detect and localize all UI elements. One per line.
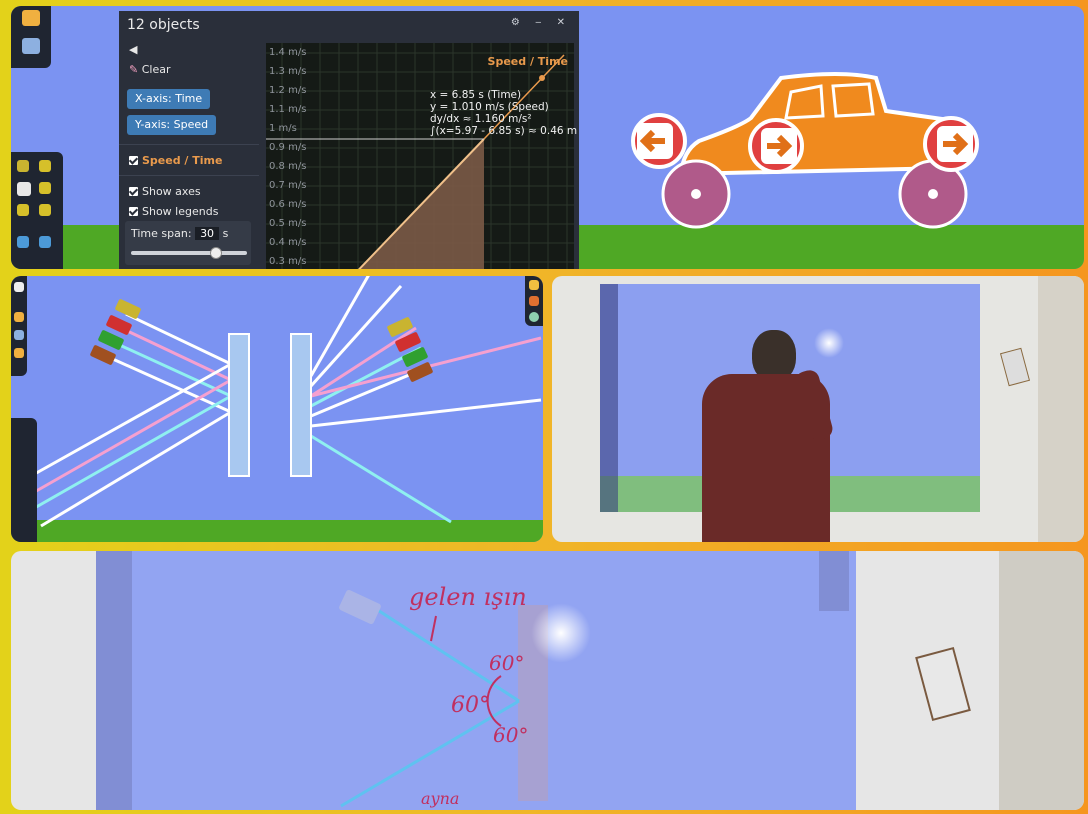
laser-emitter[interactable] <box>90 344 117 365</box>
time-span-slider[interactable] <box>131 247 247 259</box>
light-rays <box>30 276 542 528</box>
clear-button[interactable]: ✎ Clear <box>129 63 171 76</box>
handwritten-label: gelen ışın <box>409 583 527 611</box>
readout-integral: ∫(x=5.97 - 6.85 s) ≈ 0.46 m <box>430 125 578 137</box>
scale-icon[interactable] <box>39 204 51 216</box>
x-axis-button[interactable]: X-axis: Time <box>127 89 211 109</box>
photo-student-whiteboard <box>552 276 1084 542</box>
divider <box>119 175 259 176</box>
graph-point <box>539 75 545 81</box>
move-tool-icon[interactable] <box>17 182 31 196</box>
y-tick-label: 0.9 m/s <box>269 142 307 153</box>
menu-icon[interactable] <box>529 280 539 290</box>
right-toolbar <box>525 276 543 326</box>
graph-title: Speed / Time <box>487 55 568 68</box>
palette-icon[interactable] <box>529 296 539 306</box>
time-span-unit: s <box>222 227 229 240</box>
folder-image-icon[interactable] <box>22 38 40 54</box>
new-file-icon[interactable] <box>14 282 24 292</box>
panel-car-simulation: 12 objects ⚙ ‒ ✕ ◀ ✎ Clear X-axis: Time … <box>11 6 1084 269</box>
right-arrow-icon[interactable] <box>923 116 979 172</box>
line-tool-icon[interactable] <box>39 160 51 172</box>
play-icon[interactable] <box>529 312 539 322</box>
objects-window: 12 objects ⚙ ‒ ✕ ◀ ✎ Clear X-axis: Time … <box>119 11 579 269</box>
glass-block <box>228 333 250 477</box>
y-tick-label: 1.2 m/s <box>269 85 307 96</box>
rotate-icon[interactable] <box>17 204 29 216</box>
divider <box>119 144 259 145</box>
reflection-lines <box>339 589 520 808</box>
axle <box>928 189 938 199</box>
folder-open-icon[interactable] <box>22 10 40 26</box>
pencil-icon[interactable] <box>17 160 29 172</box>
speed-time-graph[interactable]: 1.4 m/s 1.3 m/s 1.2 m/s 1.1 m/s 1 m/s 0.9 m/s… <box>266 43 577 269</box>
axle <box>691 189 701 199</box>
laser-emitter[interactable] <box>387 316 414 337</box>
panel-light-refraction <box>11 276 543 542</box>
knife-tool-icon[interactable] <box>39 236 51 248</box>
hook-tool-icon[interactable] <box>17 236 29 248</box>
readout-x: x = 6.85 s (Time) <box>430 89 522 101</box>
photo-angle-closeup: gelen ışın 60° 60° 60° ayna <box>11 551 1084 810</box>
y-axis-button[interactable]: Y-axis: Speed <box>127 115 217 135</box>
laser-emitter[interactable] <box>98 329 125 350</box>
drag-arrow-icon[interactable] <box>39 182 51 194</box>
readout-slope: dy/dx ≈ 1.160 m/s² <box>430 113 532 125</box>
plot-checkbox[interactable]: Speed / Time <box>129 154 222 167</box>
checkbox-checked-icon <box>129 187 138 196</box>
plot-checkbox-label: Speed / Time <box>142 154 223 167</box>
y-tick-label: 0.5 m/s <box>269 218 307 229</box>
y-tick-label: 0.4 m/s <box>269 237 307 248</box>
laser-emitter[interactable] <box>106 314 133 335</box>
left-toolbar <box>11 6 51 68</box>
projected-toolbar <box>600 284 618 512</box>
y-tick-label: 0.6 m/s <box>269 199 307 210</box>
handwritten-angle: 60° <box>451 693 490 718</box>
y-tick-label: 0.8 m/s <box>269 161 307 172</box>
laser-emitter <box>339 589 381 625</box>
whiteboard-edge <box>1038 276 1084 542</box>
back-arrow-icon[interactable]: ◀ <box>129 43 137 56</box>
window-controls[interactable]: ⚙ ‒ ✕ <box>511 17 571 28</box>
time-span-label: Time span: <box>131 227 192 240</box>
folder-image-icon[interactable] <box>14 330 24 340</box>
right-arrow-icon[interactable] <box>748 118 804 174</box>
y-tick-label: 1.3 m/s <box>269 66 307 77</box>
glass-block <box>290 333 312 477</box>
y-tick-label: 1.4 m/s <box>269 47 307 58</box>
whiteboard-eraser <box>999 347 1031 387</box>
time-span-control: Time span: 30 s <box>125 221 251 265</box>
handwritten-label: ayna <box>421 789 460 808</box>
graph-readout: x = 6.85 s (Time) y = 1.010 m/s (Speed) … <box>430 89 577 137</box>
tool-palette <box>11 418 37 542</box>
glowing-light-spot <box>814 328 844 358</box>
slider-knob[interactable] <box>209 247 222 259</box>
handwritten-angle: 60° <box>489 651 525 675</box>
time-span-input[interactable]: 30 <box>195 227 220 240</box>
folder-icon[interactable] <box>14 348 24 358</box>
show-axes-label: Show axes <box>142 185 201 198</box>
checkbox-checked-icon <box>129 156 138 165</box>
y-tick-label: 0.3 m/s <box>269 256 307 267</box>
eraser-icon: ✎ <box>129 63 139 76</box>
left-toolbar <box>11 276 27 376</box>
left-arrow-icon[interactable] <box>631 113 687 169</box>
car-drawing[interactable] <box>611 56 1011 236</box>
show-legends-checkbox[interactable]: Show legends <box>129 205 218 218</box>
readout-y: y = 1.010 m/s (Speed) <box>430 101 549 113</box>
handwritten-angle: 60° <box>493 723 529 747</box>
clear-label: Clear <box>141 63 171 76</box>
y-tick-label: 0.7 m/s <box>269 180 307 191</box>
folder-open-icon[interactable] <box>14 312 24 322</box>
y-tick-label: 1 m/s <box>269 123 297 134</box>
show-legends-label: Show legends <box>142 205 219 218</box>
y-tick-label: 1.1 m/s <box>269 104 307 115</box>
tool-palette <box>11 152 63 269</box>
checkbox-checked-icon <box>129 207 138 216</box>
show-axes-checkbox[interactable]: Show axes <box>129 185 201 198</box>
